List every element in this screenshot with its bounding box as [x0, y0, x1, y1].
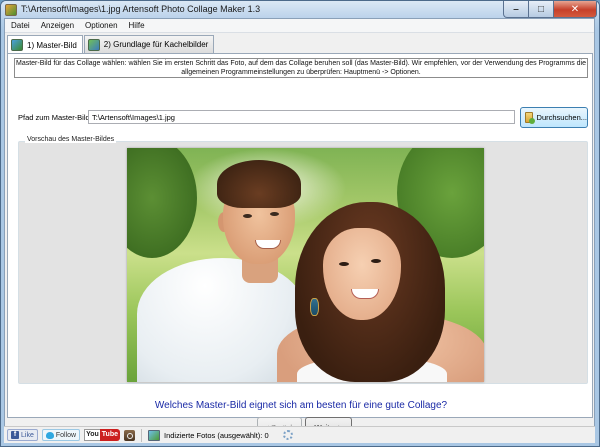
app-logo-icon [5, 4, 17, 16]
twitter-follow-button[interactable]: Follow [41, 429, 81, 441]
status-bar: f Like Follow You Tube Indizierte Fotos … [4, 426, 595, 443]
menu-optionen[interactable]: Optionen [79, 19, 122, 32]
master-image-path-input[interactable]: T:\Artensoft\Images\1.jpg [88, 110, 515, 124]
path-label: Pfad zum Master-Bild: [18, 113, 92, 122]
photo-man-hair [217, 160, 301, 208]
photo-woman-eye-left [339, 262, 349, 266]
master-image-question: Welches Master-Bild eignet sich am beste… [154, 400, 448, 411]
minimize-button[interactable]: – [503, 1, 529, 18]
status-separator [140, 428, 142, 442]
youtube-you-text: You [84, 429, 100, 441]
facebook-like-button[interactable]: f Like [7, 429, 38, 441]
twitter-bird-icon [45, 431, 54, 439]
client-area: Datei Anzeigen Optionen Hilfe 1) Master-… [4, 18, 595, 443]
facebook-icon: f [11, 431, 19, 439]
photo-tree-left [127, 148, 197, 258]
tab-tile-base-label: 2) Grundlage für Kachelbilder [103, 40, 209, 49]
menu-anzeigen[interactable]: Anzeigen [35, 19, 79, 32]
youtube-button[interactable]: You Tube [84, 429, 120, 441]
maximize-button[interactable]: □ [529, 1, 554, 18]
preview-group: Vorschau des Master-Bildes [18, 136, 588, 384]
menu-bar: Datei Anzeigen Optionen Hilfe [5, 19, 594, 33]
master-image-icon [11, 39, 23, 51]
instagram-icon[interactable] [123, 429, 135, 441]
tab-master-image[interactable]: 1) Master-Bild [7, 35, 83, 54]
tab-page-master-image: Master-Bild für das Collage wählen: wähl… [7, 53, 593, 418]
window-controls: – □ ✕ [503, 1, 597, 18]
photo-earring [310, 298, 319, 316]
photo-man-eye-right [270, 212, 279, 216]
title-bar[interactable]: T:\Artensoft\Images\1.jpg Artensoft Phot… [1, 1, 599, 19]
preview-group-label: Vorschau des Master-Bildes [25, 136, 117, 143]
menu-datei[interactable]: Datei [5, 19, 35, 32]
facebook-like-label: Like [21, 431, 34, 439]
window-title: T:\Artensoft\Images\1.jpg Artensoft Phot… [21, 4, 261, 14]
folder-open-icon [525, 112, 535, 124]
tab-master-image-label: 1) Master-Bild [27, 40, 77, 50]
info-line-2: allgemeinen Programmeinstellungen zu übe… [181, 68, 421, 76]
indexed-photos-icon [147, 429, 160, 441]
info-box: Master-Bild für das Collage wählen: wähl… [14, 58, 588, 78]
preview-area [22, 146, 584, 382]
master-image-preview [127, 148, 484, 382]
tile-base-icon [87, 38, 100, 51]
browse-button[interactable]: Durchsuchen... [520, 107, 588, 128]
loading-spinner-icon [282, 430, 293, 440]
twitter-follow-label: Follow [55, 431, 77, 439]
browse-button-label: Durchsuchen... [536, 113, 587, 122]
indexed-photos-count: Indizierte Fotos (ausgewählt): 0 [163, 430, 269, 440]
info-line-1: Master-Bild für das Collage wählen: wähl… [16, 60, 586, 67]
wizard-tabs: 1) Master-Bild 2) Grundlage für Kachelbi… [7, 35, 215, 54]
photo-man-eye-left [243, 214, 252, 218]
photo-woman-eye-right [371, 259, 381, 263]
youtube-tube-text: Tube [99, 429, 120, 441]
tab-tile-base[interactable]: 2) Grundlage für Kachelbilder [83, 35, 215, 53]
close-button[interactable]: ✕ [554, 1, 597, 18]
menu-hilfe[interactable]: Hilfe [123, 19, 150, 32]
